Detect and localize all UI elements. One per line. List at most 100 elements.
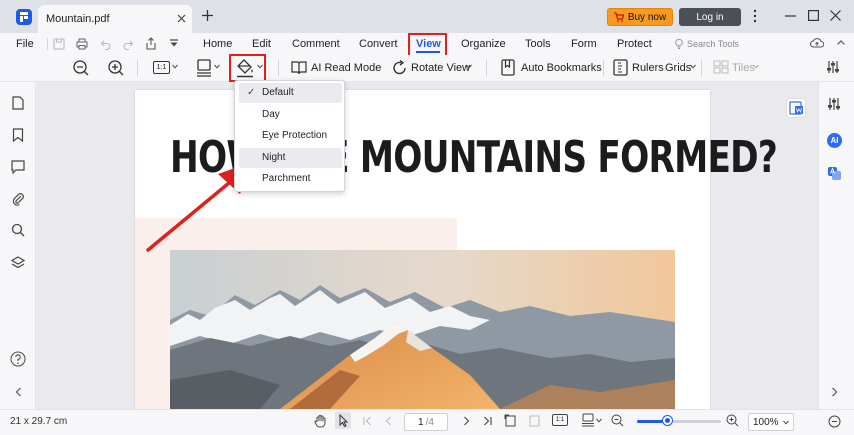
cloud-upload-icon[interactable]	[810, 37, 824, 49]
zoom-out-icon[interactable]	[73, 60, 89, 76]
zoom-in-icon[interactable]	[108, 60, 124, 76]
save-icon[interactable]	[53, 38, 65, 50]
ai-read-mode-button[interactable]: AI Read Mode	[311, 62, 381, 74]
new-tab-icon[interactable]	[202, 10, 213, 21]
chevron-down-icon[interactable]	[753, 64, 759, 69]
first-page-icon[interactable]	[363, 416, 372, 426]
auto-bookmarks-button[interactable]: Auto Bookmarks	[521, 62, 602, 74]
theme-option-label: Parchment	[262, 173, 311, 184]
fit-size-label: 1:1	[555, 417, 565, 423]
help-icon[interactable]	[10, 351, 26, 367]
quick-access-dropdown-icon[interactable]	[169, 39, 179, 48]
page-theme-dropdown: ✓ Default Day Eye Protection Night Parch…	[234, 80, 345, 192]
last-page-icon[interactable]	[483, 416, 492, 426]
chevron-down-icon[interactable]	[596, 418, 602, 423]
redo-icon[interactable]	[122, 38, 134, 50]
chevron-down-icon[interactable]	[172, 64, 178, 69]
ruler-icon[interactable]	[613, 59, 628, 76]
login-label: Log in	[696, 11, 724, 23]
menu-divider	[47, 38, 48, 50]
translate-icon[interactable]	[827, 166, 842, 181]
fullscreen-icon[interactable]	[828, 415, 841, 428]
menu-tools[interactable]: Tools	[525, 38, 551, 50]
grids-button[interactable]: Grids	[665, 62, 691, 74]
menu-file[interactable]: File	[16, 38, 34, 50]
search-tools-field[interactable]: Search Tools	[674, 38, 739, 49]
actual-size-button[interactable]: 1:1	[153, 61, 170, 74]
adjust-icon[interactable]	[827, 97, 841, 111]
close-tab-icon[interactable]	[177, 14, 186, 23]
rotate-page-icon[interactable]	[504, 414, 517, 427]
theme-option-default[interactable]: ✓ Default	[239, 83, 342, 103]
theme-option-label: Day	[262, 109, 280, 120]
mountain-photo	[170, 250, 675, 409]
menu-home[interactable]: Home	[203, 38, 232, 50]
bookmark-panel-icon[interactable]	[12, 128, 24, 142]
menu-convert[interactable]: Convert	[359, 38, 398, 50]
collapse-left-icon[interactable]	[15, 387, 22, 397]
thumbnail-icon[interactable]	[12, 96, 24, 110]
right-sidebar	[818, 82, 854, 409]
attachment-icon[interactable]	[11, 192, 25, 206]
toolbar-divider	[701, 60, 702, 76]
bookmark-icon[interactable]	[501, 59, 515, 76]
menu-protect[interactable]: Protect	[617, 38, 652, 50]
chevron-down-icon[interactable]	[690, 64, 696, 69]
undo-icon[interactable]	[100, 38, 112, 50]
ai-read-mode-icon[interactable]	[291, 60, 307, 75]
menu-form[interactable]: Form	[571, 38, 597, 50]
comment-icon[interactable]	[11, 160, 25, 174]
theme-option-label: Night	[262, 152, 286, 163]
collapse-ribbon-icon[interactable]	[836, 38, 846, 48]
next-page-icon[interactable]	[463, 416, 470, 426]
theme-option-label: Eye Protection	[262, 130, 328, 141]
page-display-icon[interactable]	[196, 59, 212, 77]
minimize-icon[interactable]	[785, 10, 796, 21]
close-window-icon[interactable]	[830, 10, 841, 21]
chevron-down-icon[interactable]	[214, 64, 220, 69]
current-page: 1	[418, 416, 424, 428]
checkmark-icon: ✓	[247, 87, 256, 98]
page-layout-icon[interactable]	[581, 413, 595, 427]
tiles-button[interactable]: Tiles	[732, 62, 755, 74]
print-icon[interactable]	[76, 38, 88, 50]
menu-comment[interactable]: Comment	[292, 38, 340, 50]
fit-size-button[interactable]: 1:1	[552, 414, 568, 426]
lightbulb-icon	[675, 38, 683, 49]
select-tool-icon[interactable]	[335, 412, 351, 429]
zoom-in-icon[interactable]	[726, 414, 739, 427]
search-icon[interactable]	[11, 223, 25, 237]
ai-assistant-icon[interactable]: AI	[827, 133, 842, 148]
chevron-down-icon[interactable]	[466, 64, 472, 69]
crop-icon[interactable]	[528, 414, 541, 427]
word-convert-icon[interactable]	[786, 98, 806, 118]
login-button[interactable]: Log in	[679, 8, 741, 26]
properties-panel-icon[interactable]	[826, 60, 840, 74]
theme-option-eye-protection[interactable]: Eye Protection	[239, 126, 342, 146]
document-tab[interactable]: Mountain.pdf	[38, 5, 192, 33]
actual-size-label: 1:1	[156, 64, 167, 71]
chevron-down-icon	[783, 420, 789, 425]
buy-now-button[interactable]: Buy now	[607, 8, 673, 26]
maximize-icon[interactable]	[808, 10, 819, 21]
expand-right-icon[interactable]	[831, 387, 838, 397]
rotate-view-button[interactable]: Rotate View	[411, 62, 470, 74]
toolbar-divider	[137, 60, 138, 76]
previous-page-icon[interactable]	[385, 416, 392, 426]
theme-option-day[interactable]: Day	[239, 105, 342, 125]
rotate-view-icon[interactable]	[392, 60, 408, 76]
menu-organize[interactable]: Organize	[461, 38, 506, 50]
zoom-out-icon[interactable]	[611, 414, 624, 427]
menu-edit[interactable]: Edit	[252, 38, 271, 50]
theme-option-parchment[interactable]: Parchment	[239, 169, 342, 189]
more-options-icon[interactable]	[753, 9, 757, 23]
share-icon[interactable]	[145, 37, 157, 50]
toolbar-divider	[603, 60, 604, 76]
theme-option-night[interactable]: Night	[239, 148, 342, 168]
tiles-icon[interactable]	[713, 60, 729, 74]
rulers-button[interactable]: Rulers	[632, 62, 664, 74]
hand-tool-icon[interactable]	[314, 414, 327, 428]
zoom-level-select[interactable]: 100%	[748, 413, 794, 431]
layers-icon[interactable]	[11, 256, 25, 269]
page-number-input[interactable]: 1 /4	[404, 413, 448, 431]
